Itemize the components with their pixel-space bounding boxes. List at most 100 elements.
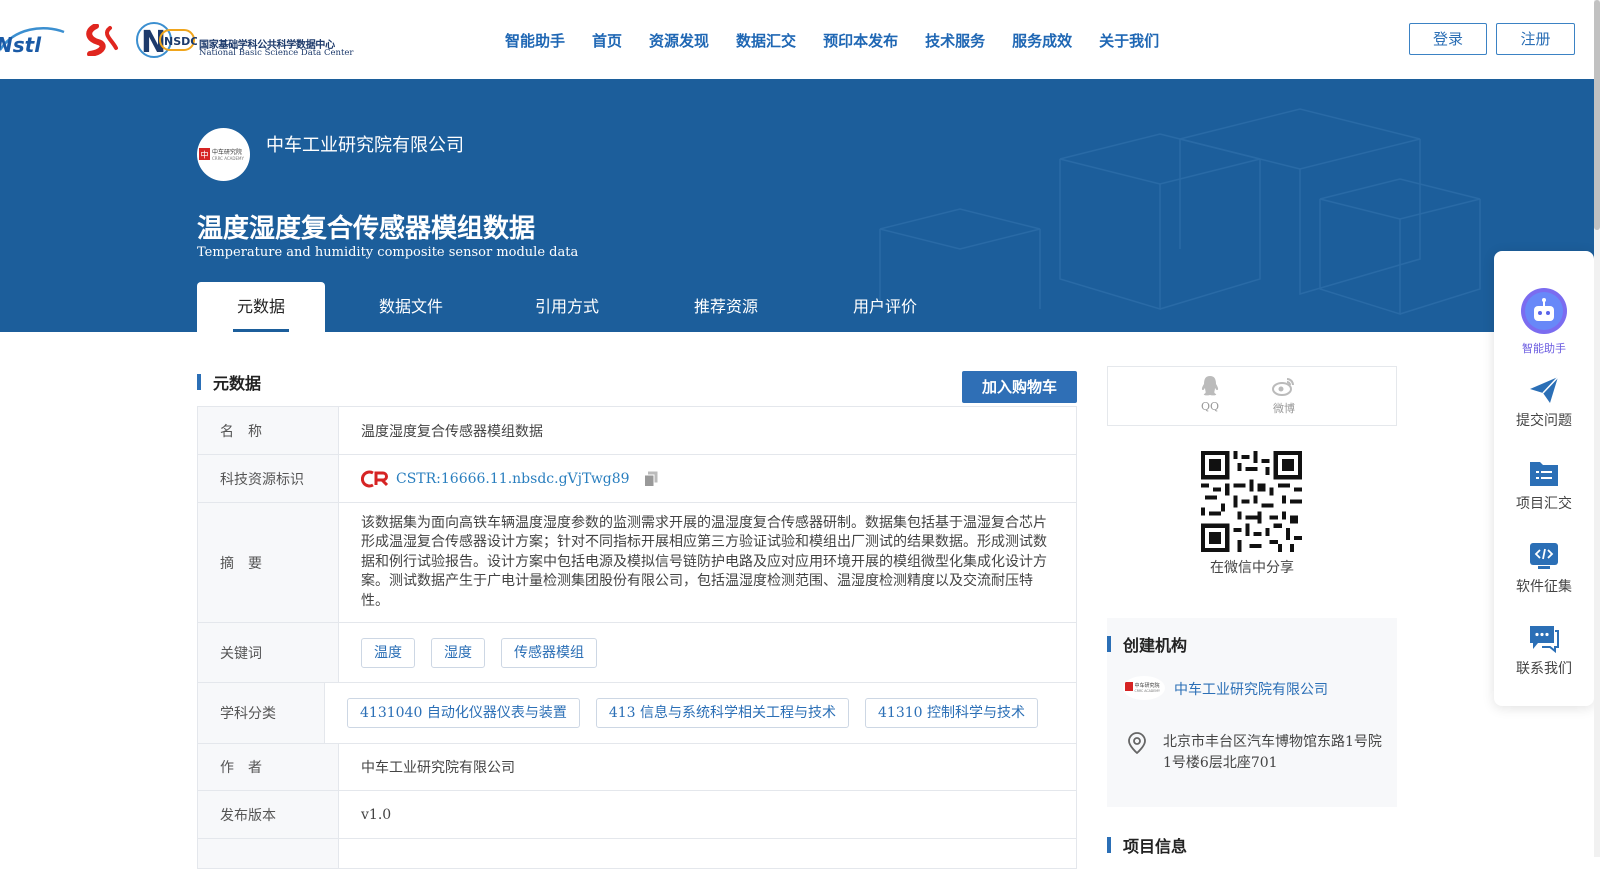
s-mark-logo[interactable] [82, 24, 120, 56]
subject-tag[interactable]: 413 信息与系统科学相关工程与技术 [595, 698, 849, 728]
subject-tags: 4131040 自动化仪器仪表与装置 413 信息与系统科学相关工程与技术 41… [325, 683, 1076, 743]
cstr-text[interactable]: CSTR:16666.11.nbsdc.gVjTwg89 [396, 471, 630, 487]
tab-metadata[interactable]: 元数据 [197, 282, 325, 332]
table-row: 作 者 中车工业研究院有限公司 [198, 744, 1076, 791]
row-label-cstr: 科技资源标识 [198, 455, 339, 502]
subject-tag[interactable]: 4131040 自动化仪器仪表与装置 [347, 698, 580, 728]
share-qq-label: QQ [1200, 400, 1220, 413]
paper-plane-icon [1530, 376, 1559, 403]
float-item-assistant[interactable]: 智能助手 [1494, 287, 1594, 356]
section-accent-bar [197, 374, 201, 390]
float-item-project-submission[interactable]: 项目汇交 [1494, 458, 1594, 513]
keyword-tag[interactable]: 温度 [361, 637, 415, 668]
scrollbar-thumb[interactable] [1594, 0, 1600, 230]
dataset-tabs: 元数据 数据文件 引用方式 推荐资源 用户评价 [197, 282, 955, 332]
metadata-section-title: 元数据 [213, 374, 262, 393]
share-qq[interactable]: QQ [1200, 375, 1220, 413]
share-weibo-label: 微博 [1273, 402, 1295, 415]
row-label-author: 作 者 [198, 744, 339, 790]
nsdc-logo[interactable]: N NSDC 国家基础学科公共科学数据中心 National Basic Sci… [135, 21, 354, 60]
creator-card-header: 创建机构 [1107, 632, 1187, 656]
org-name[interactable]: 中车工业研究院有限公司 [266, 131, 464, 157]
nstl-logo[interactable]: Nstl [0, 22, 66, 56]
qr-caption: 在微信中分享 [1210, 560, 1294, 576]
float-submit-label: 提交问题 [1516, 413, 1572, 429]
nsdc-badge-icon: N NSDC [136, 22, 198, 60]
add-to-cart-button[interactable]: 加入购物车 [962, 371, 1077, 403]
row-value-cstr: CSTR:16666.11.nbsdc.gVjTwg89 [339, 455, 1076, 502]
share-box: QQ 微博 [1107, 366, 1397, 426]
nav-item-about[interactable]: 关于我们 [1099, 30, 1159, 51]
copy-icon[interactable] [643, 471, 658, 487]
nav-item-preprint[interactable]: 预印本发布 [823, 30, 898, 51]
dataset-english-title: Temperature and humidity composite senso… [197, 245, 579, 260]
svg-text:CRRC ACADEMY: CRRC ACADEMY [1135, 689, 1160, 693]
row-value-next [339, 839, 1076, 868]
main-nav: 智能助手 首页 资源发现 数据汇交 预印本发布 技术服务 服务成效 关于我们 [505, 30, 1186, 51]
table-row: 学科分类 4131040 自动化仪器仪表与装置 413 信息与系统科学相关工程与… [198, 683, 1076, 744]
register-button[interactable]: 注册 [1496, 23, 1575, 55]
nav-item-tech-services[interactable]: 技术服务 [925, 30, 985, 51]
svg-text:中: 中 [201, 150, 209, 160]
row-label-next [198, 839, 339, 868]
share-weibo[interactable]: 微博 [1272, 375, 1296, 416]
nav-item-assistant[interactable]: 智能助手 [505, 30, 565, 51]
crrc-logo-icon: 中 中车研究院 CRRC ACADEMY [199, 148, 244, 161]
nav-item-resources[interactable]: 资源发现 [649, 30, 709, 51]
svg-text:N: N [141, 25, 166, 59]
nav-item-service-results[interactable]: 服务成效 [1012, 30, 1072, 51]
nav-item-home[interactable]: 首页 [592, 30, 622, 51]
tab-user-reviews[interactable]: 用户评价 [815, 282, 955, 332]
svg-text:CRRC ACADEMY: CRRC ACADEMY [212, 156, 244, 161]
row-value-version: v1.0 [361, 806, 392, 823]
table-row: 名 称 温度湿度复合传感器模组数据 [198, 407, 1076, 455]
svg-text:NSDC: NSDC [164, 35, 197, 48]
nsdc-english-name: National Basic Science Data Center [199, 48, 354, 58]
float-item-contact-us[interactable]: 联系我们 [1494, 623, 1594, 678]
subject-tag[interactable]: 41310 控制科学与技术 [865, 698, 1038, 728]
table-row: 发布版本 v1.0 [198, 791, 1076, 839]
project-info-title: 项目信息 [1123, 837, 1188, 856]
row-label-keywords: 关键词 [198, 623, 339, 682]
svg-text:Nstl: Nstl [0, 33, 42, 56]
chat-bubble-icon [1530, 626, 1559, 653]
tab-recommended[interactable]: 推荐资源 [637, 282, 815, 332]
project-info-header: 项目信息 [1107, 833, 1187, 857]
qq-icon [1201, 376, 1219, 396]
tab-data-files[interactable]: 数据文件 [325, 282, 497, 332]
floating-side-panel: 智能助手 提交问题 项目汇交 软件征集 联系我们 [1494, 251, 1594, 706]
float-assistant-label: 智能助手 [1522, 342, 1566, 355]
nav-item-data-submission[interactable]: 数据汇交 [736, 30, 796, 51]
crrc-logo-icon: 中车研究院 CRRC ACADEMY [1123, 676, 1165, 700]
section-accent-bar [1107, 837, 1111, 853]
tab-citation[interactable]: 引用方式 [497, 282, 637, 332]
metadata-table: 名 称 温度湿度复合传感器模组数据 科技资源标识 CSTR:16666.11.n… [197, 406, 1077, 869]
code-window-icon [1530, 543, 1558, 569]
table-row: 科技资源标识 CSTR:16666.11.nbsdc.gVjTwg89 [198, 455, 1076, 503]
section-accent-bar [1107, 636, 1111, 652]
creator-card-title: 创建机构 [1123, 636, 1188, 655]
table-row [198, 839, 1076, 869]
row-value-name: 温度湿度复合传感器模组数据 [361, 423, 543, 440]
creator-org-link[interactable]: 中车工业研究院有限公司 [1174, 679, 1328, 699]
float-item-submit-question[interactable]: 提交问题 [1494, 375, 1594, 430]
table-row: 摘 要 该数据集为面向高铁车辆温度湿度参数的监测需求开展的温湿度复合传感器研制。… [198, 503, 1076, 623]
weibo-icon [1272, 378, 1294, 396]
float-software-label: 软件征集 [1516, 579, 1572, 595]
cstr-logo-icon [361, 470, 389, 487]
keyword-tags: 温度 湿度 传感器模组 [339, 623, 1076, 682]
svg-text:中车研究院: 中车研究院 [212, 148, 242, 156]
creator-address: 北京市丰台区汽车博物馆东路1号院1号楼6层北座701 [1163, 734, 1382, 771]
wechat-qr-code [1201, 451, 1302, 552]
robot-assistant-icon [1521, 288, 1567, 334]
location-pin-icon [1128, 732, 1146, 754]
org-avatar[interactable]: 中 中车研究院 CRRC ACADEMY [197, 128, 250, 181]
dataset-hero-banner: 中 中车研究院 CRRC ACADEMY 中车工业研究院有限公司 温度湿度复合传… [0, 79, 1600, 332]
row-label-name: 名 称 [198, 407, 339, 454]
cstr-link[interactable]: CSTR:16666.11.nbsdc.gVjTwg89 [361, 470, 630, 488]
float-item-software-collection[interactable]: 软件征集 [1494, 541, 1594, 596]
page-scrollbar[interactable] [1594, 0, 1600, 857]
login-button[interactable]: 登录 [1409, 23, 1487, 55]
keyword-tag[interactable]: 湿度 [431, 637, 485, 668]
keyword-tag[interactable]: 传感器模组 [501, 637, 597, 668]
